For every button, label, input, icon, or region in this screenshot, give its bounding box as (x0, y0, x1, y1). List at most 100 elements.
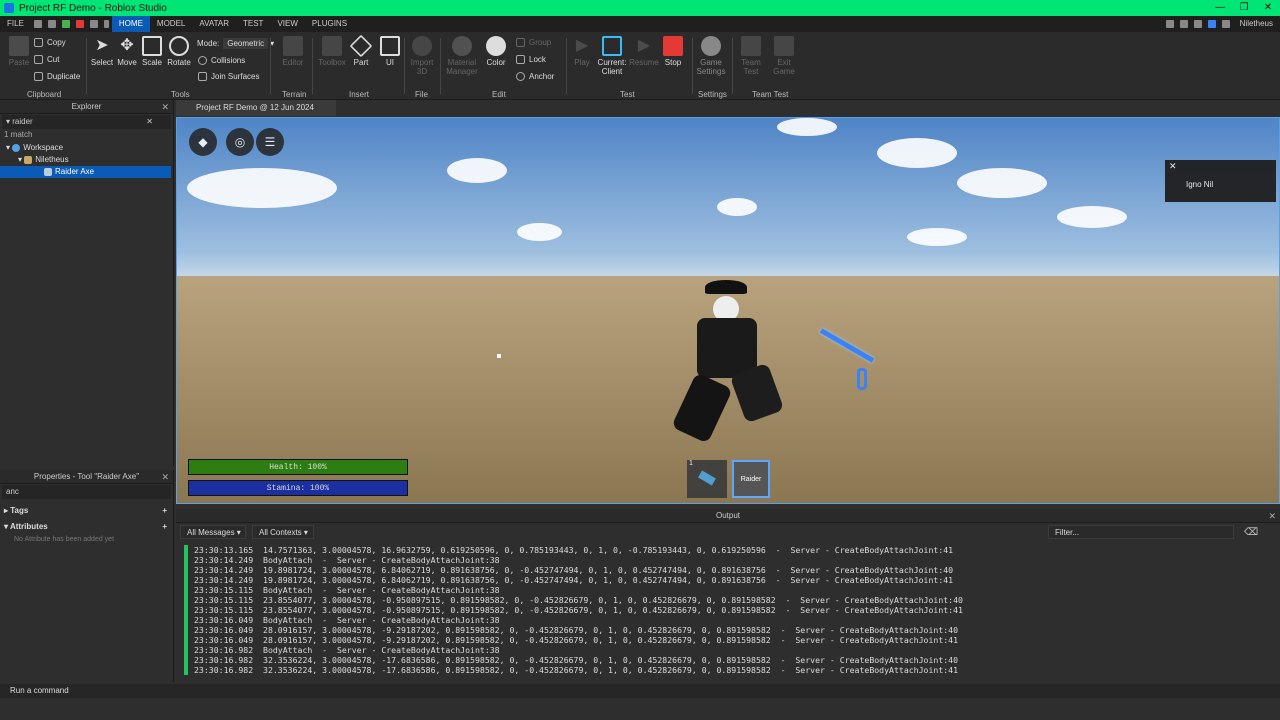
close-icon[interactable]: ✕ (1268, 509, 1276, 523)
game-settings-button[interactable]: Game Settings (694, 32, 728, 76)
color-button[interactable]: Color (479, 32, 513, 67)
title-bar: Project RF Demo - Roblox Studio — ❐ ✕ (0, 0, 1280, 16)
undo-icon[interactable] (33, 20, 42, 28)
command-bar[interactable]: Run a command (0, 684, 1280, 698)
part-label: Part (353, 58, 369, 67)
checkbox-icon (198, 56, 207, 65)
tab-test[interactable]: TEST (236, 16, 270, 32)
tags-section[interactable]: ▸ Tags + (0, 505, 173, 517)
team-test-button[interactable]: Team Test (734, 32, 768, 76)
attributes-label: Attributes (9, 522, 48, 531)
import-3d-button[interactable]: Import 3D (405, 32, 439, 76)
tab-plugins[interactable]: PLUGINS (305, 16, 354, 32)
tab-view[interactable]: VIEW (270, 16, 304, 32)
output-line: 23:30:16.982 BodyAttach - Server - Creat… (194, 645, 500, 655)
clipboard-group-label: Clipboard (27, 90, 62, 99)
join-surfaces-toggle[interactable]: Join Surfaces (198, 72, 259, 81)
stop-label: Stop (664, 58, 682, 67)
contexts-filter-dropdown[interactable]: All Contexts ▾ (252, 525, 314, 539)
group-icon (516, 38, 525, 47)
explorer-header: Explorer ✕ (0, 100, 173, 114)
redo-icon[interactable] (47, 20, 56, 28)
current-client-button[interactable]: Current: Client (594, 32, 630, 76)
play-quick-icon[interactable] (61, 20, 70, 28)
game-viewport[interactable]: ◆ ◎ ☰ ✕ Igno Nil Health: 100% Stamina: 1… (176, 117, 1280, 504)
exit-game-button[interactable]: Exit Game (767, 32, 801, 76)
anchor-button[interactable]: Anchor (516, 72, 554, 81)
cloud (187, 168, 337, 208)
clear-icon[interactable]: ✕ (146, 115, 153, 129)
tab-model[interactable]: MODEL (150, 16, 192, 32)
selfview-button[interactable]: ◎ (226, 128, 254, 156)
duplicate-icon (34, 72, 43, 81)
duplicate-button[interactable]: Duplicate (34, 72, 80, 81)
hotbar-slot-raider-axe[interactable]: Raider Axe (732, 460, 770, 498)
messages-filter-dropdown[interactable]: All Messages ▾ (180, 525, 246, 539)
terrain-group-label: Terrain (282, 90, 307, 99)
share-link-icon[interactable] (1221, 20, 1230, 28)
group-button[interactable]: Group (516, 38, 551, 47)
clear-output-icon[interactable]: ⌫ (1244, 527, 1258, 538)
output-panel: Output ✕ All Messages ▾ All Contexts ▾ Fi… (176, 509, 1280, 682)
lock-icon (516, 55, 525, 64)
chat-button[interactable]: ☰ (256, 128, 284, 156)
stop-quick-icon[interactable] (75, 20, 84, 28)
hotbar-slot-1[interactable]: 1 (687, 460, 727, 498)
lock-label: Lock (529, 55, 546, 64)
match-count: 1 match (4, 130, 33, 139)
roblox-menu-button[interactable]: ◆ (189, 128, 217, 156)
copy-button[interactable]: Copy (34, 38, 66, 47)
tab-home[interactable]: HOME (111, 16, 150, 32)
rotate-label: Rotate (167, 58, 191, 67)
close-icon[interactable]: ✕ (1169, 161, 1177, 172)
close-icon[interactable]: ✕ (1256, 0, 1280, 16)
maximize-icon[interactable]: ❐ (1232, 0, 1256, 16)
tree-item-workspace[interactable]: ▾ Workspace (0, 142, 173, 154)
cut-button[interactable]: Cut (34, 55, 59, 64)
screenshot-icon[interactable] (89, 20, 98, 28)
notifications-icon[interactable] (1179, 20, 1188, 28)
file-menu[interactable]: FILE (0, 16, 31, 32)
import-3d-label: Import 3D (410, 58, 434, 76)
cloud (777, 118, 837, 136)
quick-access-dropdown-icon[interactable] (103, 20, 109, 28)
cut-label: Cut (47, 55, 60, 64)
settings-group-label: Settings (698, 90, 727, 99)
tree-item-niletheus[interactable]: ▾ Niletheus (0, 154, 173, 166)
mode-select[interactable]: Mode: Geometric ▾ (197, 38, 274, 49)
output-log[interactable]: 23:30:13.165 14.7571363, 3.00004578, 16.… (184, 545, 1268, 675)
user-name[interactable]: Niletheus (1233, 16, 1280, 32)
cut-icon (34, 55, 43, 64)
tree-item-raider-axe[interactable]: Raider Axe (0, 166, 171, 178)
lock-button[interactable]: Lock (516, 55, 546, 64)
minimize-icon[interactable]: — (1208, 0, 1232, 16)
add-attribute-icon[interactable]: + (162, 521, 167, 533)
viewport-tab[interactable]: Project RF Demo @ 12 Jun 2024 23:27✕ (176, 100, 336, 128)
close-icon[interactable]: ✕ (161, 100, 169, 114)
terrain-icon (283, 36, 303, 56)
rotate-tool-button[interactable]: Rotate (162, 32, 196, 67)
copy-icon (34, 38, 43, 47)
file-group-label: File (415, 90, 428, 99)
tab-avatar[interactable]: AVATAR (192, 16, 236, 32)
rotate-icon (169, 36, 189, 56)
close-icon[interactable]: ✕ (161, 470, 169, 484)
cloud-icon[interactable] (1207, 20, 1216, 28)
output-filter-input[interactable]: Filter... (1048, 525, 1234, 539)
paste-button[interactable]: Paste (2, 32, 36, 67)
share-icon[interactable] (1165, 20, 1174, 28)
collisions-toggle[interactable]: Collisions (198, 56, 245, 65)
play-icon: ▶ (575, 37, 589, 54)
add-tag-icon[interactable]: + (162, 505, 167, 517)
stop-button[interactable]: Stop (656, 32, 690, 67)
ui-button[interactable]: UI (373, 32, 407, 67)
properties-filter-input[interactable]: anc (2, 485, 171, 499)
attributes-section[interactable]: ▾ Attributes + (0, 521, 173, 533)
terrain-editor-button[interactable]: Editor (276, 32, 310, 67)
stamina-bar: Stamina: 100% (188, 480, 408, 496)
output-line: 23:30:15.115 23.8554077, 3.00004578, -0.… (194, 605, 963, 615)
explorer-search-input[interactable]: ▾ raider ✕ (2, 115, 171, 129)
divider (692, 38, 693, 94)
help-icon[interactable] (1193, 20, 1202, 28)
material-manager-button[interactable]: Material Manager (444, 32, 480, 76)
